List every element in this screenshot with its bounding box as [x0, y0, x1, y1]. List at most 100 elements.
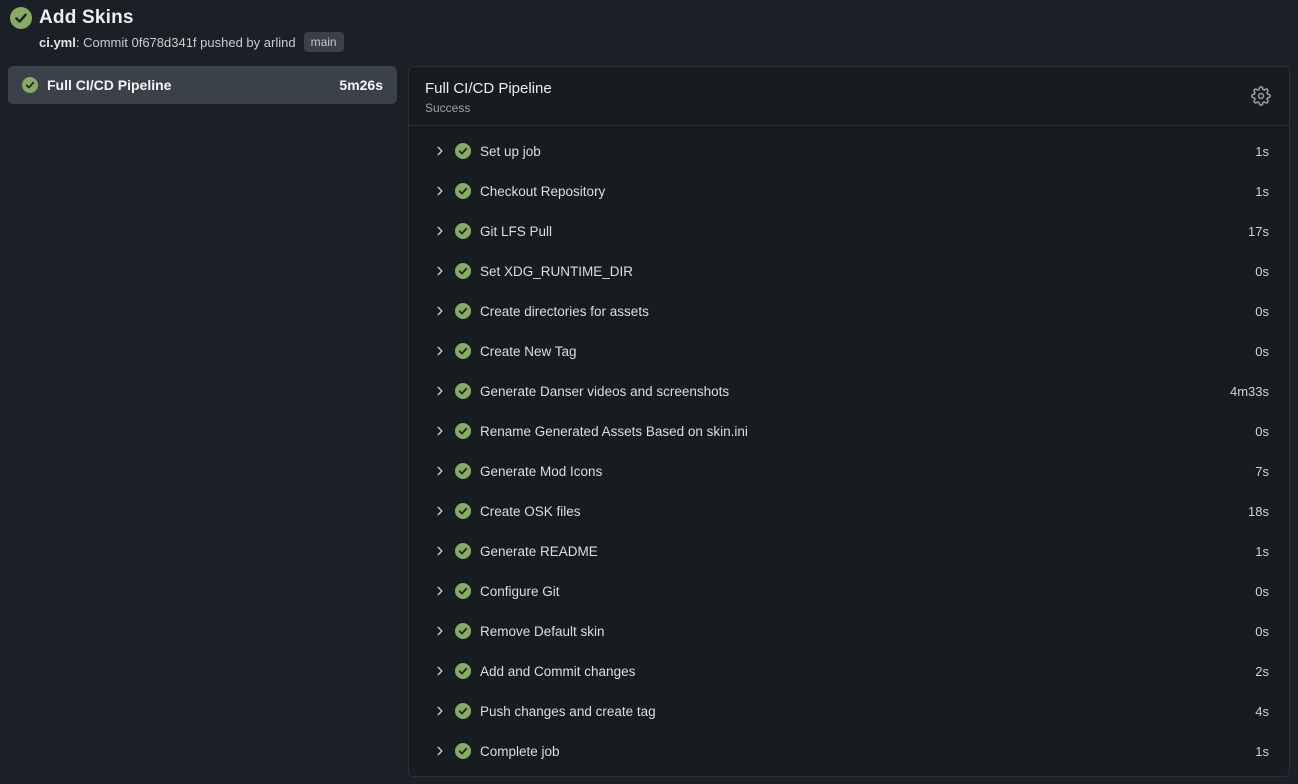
step-name: Set XDG_RUNTIME_DIR — [480, 264, 633, 279]
step-duration: 4m33s — [1230, 384, 1269, 399]
chevron-right-icon — [434, 145, 446, 157]
job-detail-panel: Full CI/CD Pipeline Success Set up job 1… — [408, 66, 1290, 777]
chevron-right-icon — [434, 665, 446, 677]
step-name: Add and Commit changes — [480, 664, 635, 679]
steps-list: Set up job 1s Checkout Repository 1s Git… — [409, 126, 1289, 776]
gear-icon — [1251, 86, 1273, 106]
step-name: Generate Mod Icons — [480, 464, 602, 479]
step-row[interactable]: Checkout Repository 1s — [409, 171, 1289, 211]
step-status-success-icon — [455, 143, 471, 159]
step-status-success-icon — [455, 303, 471, 319]
step-row[interactable]: Complete job 1s — [409, 731, 1289, 771]
step-status-success-icon — [455, 263, 471, 279]
chevron-right-icon — [434, 585, 446, 597]
step-status-success-icon — [455, 583, 471, 599]
step-duration: 4s — [1255, 704, 1269, 719]
step-duration: 0s — [1255, 264, 1269, 279]
step-status-success-icon — [455, 423, 471, 439]
step-row[interactable]: Create OSK files 18s — [409, 491, 1289, 531]
step-name: Git LFS Pull — [480, 224, 552, 239]
step-status-success-icon — [455, 223, 471, 239]
step-name: Generate README — [480, 544, 598, 559]
workflow-file-name: ci.yml — [39, 35, 76, 50]
step-name: Create New Tag — [480, 344, 577, 359]
step-duration: 17s — [1248, 224, 1269, 239]
step-status-success-icon — [455, 703, 471, 719]
commit-prefix-text: : Commit — [76, 35, 132, 50]
step-duration: 1s — [1255, 744, 1269, 759]
step-row[interactable]: Remove Default skin 0s — [409, 611, 1289, 651]
step-status-success-icon — [455, 183, 471, 199]
step-row[interactable]: Generate Mod Icons 7s — [409, 451, 1289, 491]
commit-sha-link[interactable]: 0f678d341f — [131, 35, 196, 50]
job-status-success-icon — [22, 77, 38, 93]
step-name: Checkout Repository — [480, 184, 605, 199]
step-row[interactable]: Rename Generated Assets Based on skin.in… — [409, 411, 1289, 451]
step-duration: 1s — [1255, 184, 1269, 199]
chevron-right-icon — [434, 465, 446, 477]
commit-suffix-text: pushed by arlind — [197, 35, 296, 50]
chevron-right-icon — [434, 745, 446, 757]
jobs-sidebar: Full CI/CD Pipeline 5m26s — [8, 66, 397, 104]
step-duration: 1s — [1255, 544, 1269, 559]
branch-badge[interactable]: main — [304, 32, 344, 52]
sidebar-job-item[interactable]: Full CI/CD Pipeline 5m26s — [8, 66, 397, 104]
step-status-success-icon — [455, 743, 471, 759]
step-row[interactable]: Set XDG_RUNTIME_DIR 0s — [409, 251, 1289, 291]
run-status-success-icon — [10, 7, 32, 29]
step-name: Remove Default skin — [480, 624, 605, 639]
job-settings-button[interactable] — [1251, 85, 1273, 107]
job-name: Full CI/CD Pipeline — [47, 77, 330, 93]
run-subtitle: ci.yml: Commit 0f678d341f pushed by arli… — [39, 32, 1288, 52]
step-duration: 0s — [1255, 584, 1269, 599]
step-duration: 1s — [1255, 144, 1269, 159]
step-name: Rename Generated Assets Based on skin.in… — [480, 424, 748, 439]
step-status-success-icon — [455, 623, 471, 639]
chevron-right-icon — [434, 505, 446, 517]
step-name: Push changes and create tag — [480, 704, 656, 719]
step-duration: 2s — [1255, 664, 1269, 679]
job-duration: 5m26s — [339, 77, 383, 93]
step-duration: 7s — [1255, 464, 1269, 479]
job-panel-status: Success — [425, 101, 1273, 115]
chevron-right-icon — [434, 265, 446, 277]
job-panel-title: Full CI/CD Pipeline — [425, 80, 1273, 97]
chevron-right-icon — [434, 345, 446, 357]
step-name: Create directories for assets — [480, 304, 649, 319]
step-duration: 0s — [1255, 344, 1269, 359]
step-row[interactable]: Add and Commit changes 2s — [409, 651, 1289, 691]
step-row[interactable]: Generate README 1s — [409, 531, 1289, 571]
chevron-right-icon — [434, 305, 446, 317]
step-duration: 0s — [1255, 624, 1269, 639]
step-row[interactable]: Git LFS Pull 17s — [409, 211, 1289, 251]
job-panel-header: Full CI/CD Pipeline Success — [409, 67, 1289, 126]
step-row[interactable]: Create New Tag 0s — [409, 331, 1289, 371]
step-status-success-icon — [455, 383, 471, 399]
run-header: Add Skins ci.yml: Commit 0f678d341f push… — [0, 0, 1298, 52]
step-row[interactable]: Create directories for assets 0s — [409, 291, 1289, 331]
chevron-right-icon — [434, 385, 446, 397]
step-duration: 18s — [1248, 504, 1269, 519]
step-row[interactable]: Push changes and create tag 4s — [409, 691, 1289, 731]
step-name: Generate Danser videos and screenshots — [480, 384, 729, 399]
step-name: Set up job — [480, 144, 541, 159]
step-row[interactable]: Generate Danser videos and screenshots 4… — [409, 371, 1289, 411]
chevron-right-icon — [434, 625, 446, 637]
step-row[interactable]: Configure Git 0s — [409, 571, 1289, 611]
step-name: Configure Git — [480, 584, 560, 599]
step-row[interactable]: Set up job 1s — [409, 131, 1289, 171]
step-name: Create OSK files — [480, 504, 581, 519]
chevron-right-icon — [434, 545, 446, 557]
step-status-success-icon — [455, 343, 471, 359]
step-status-success-icon — [455, 503, 471, 519]
run-title: Add Skins — [39, 7, 134, 29]
step-name: Complete job — [480, 744, 560, 759]
step-status-success-icon — [455, 463, 471, 479]
run-body: Full CI/CD Pipeline 5m26s Full CI/CD Pip… — [0, 66, 1298, 777]
step-status-success-icon — [455, 663, 471, 679]
chevron-right-icon — [434, 705, 446, 717]
chevron-right-icon — [434, 185, 446, 197]
step-duration: 0s — [1255, 424, 1269, 439]
chevron-right-icon — [434, 225, 446, 237]
step-duration: 0s — [1255, 304, 1269, 319]
